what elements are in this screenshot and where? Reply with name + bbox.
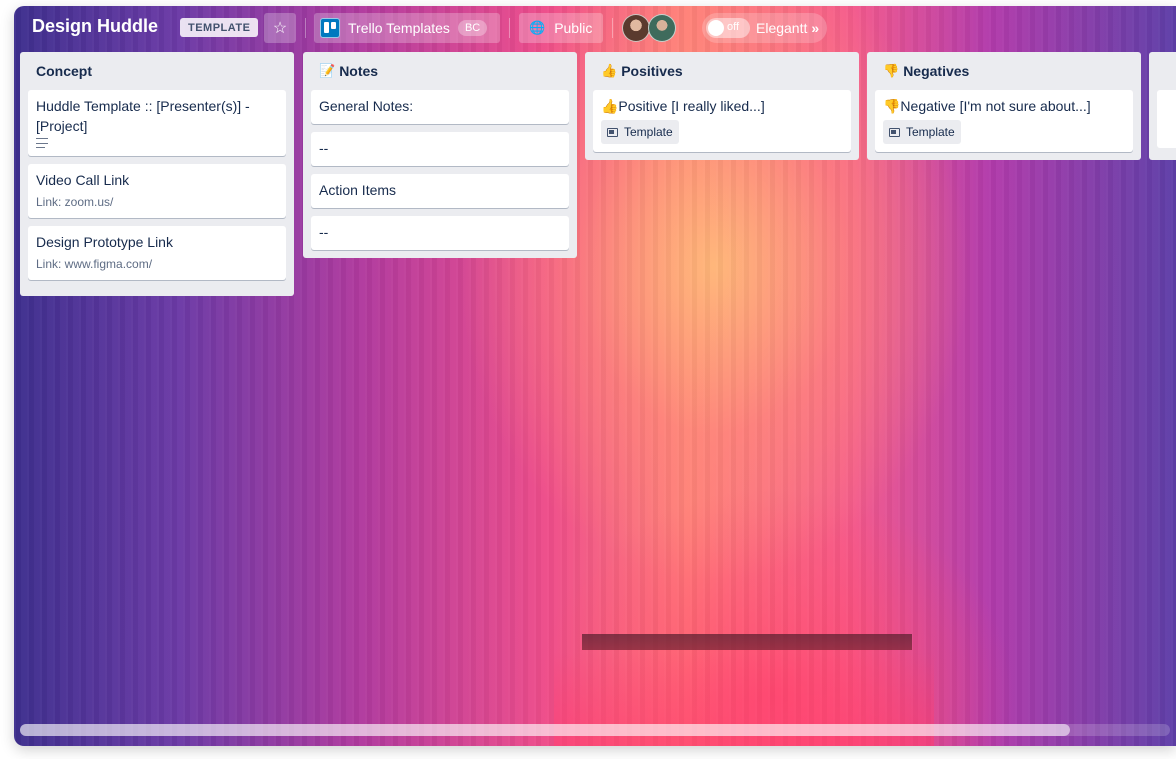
description-icon [36, 138, 48, 148]
elegantt-label: Elegantt [756, 20, 808, 36]
workspace-button[interactable]: Trello Templates BC [314, 13, 500, 43]
memo-icon: 📝 [319, 63, 336, 78]
card[interactable]: Action Items [311, 174, 569, 208]
list-title-text: Concept [36, 63, 92, 79]
template-badge-label: Template [906, 125, 955, 139]
template-card-badge: Template [883, 120, 961, 144]
background-floor [582, 634, 912, 650]
visibility-label: Public [554, 20, 593, 36]
member-avatar[interactable] [648, 14, 676, 42]
chevron-right-icon: » [811, 20, 820, 36]
card-subtitle: Link: zoom.us/ [36, 195, 114, 209]
board-header: Design Huddle TEMPLATE ☆ Trello Template… [14, 6, 1176, 50]
member-avatar[interactable] [622, 14, 650, 42]
list-title-text: Positives [621, 63, 683, 79]
thumbs-down-icon: 👎 [883, 63, 900, 78]
card-subtitle: Link: www.figma.com/ [36, 257, 153, 271]
list-partial [1149, 52, 1176, 160]
workspace-name: Trello Templates [348, 20, 450, 36]
header-divider [305, 18, 306, 38]
list-positives: 👍 Positives 👍Positive [I really liked...… [585, 52, 859, 160]
list-title-text: Notes [339, 63, 379, 79]
list-negatives: 👎 Negatives 👎Negative [I'm not sure abou… [867, 52, 1141, 160]
list-title[interactable]: 👍 Positives [593, 52, 851, 90]
card-title: 👎Negative [I'm not sure about...] [883, 98, 1091, 114]
card[interactable]: 👍Positive [I really liked...] Template [593, 90, 851, 152]
star-icon: ☆ [272, 20, 288, 37]
star-button[interactable]: ☆ [264, 13, 296, 43]
card[interactable]: -- [311, 216, 569, 250]
switch-state-label: off [727, 21, 740, 33]
card-title: -- [319, 140, 329, 156]
workspace-tag: BC [457, 20, 488, 36]
template-badge-label: Template [624, 125, 673, 139]
template-card-badge: Template [601, 120, 679, 144]
card-title: Design Prototype Link [36, 234, 173, 250]
elegantt-switch[interactable]: off [706, 18, 750, 38]
list-notes: 📝 Notes General Notes: -- Action Items -… [303, 52, 577, 258]
template-card-icon [889, 127, 900, 137]
switch-knob [708, 20, 724, 36]
globe-icon: 🌐 [529, 20, 546, 35]
horizontal-scrollbar[interactable] [20, 724, 1170, 736]
list-title[interactable]: 📝 Notes [311, 52, 569, 90]
card-title: -- [319, 224, 329, 240]
card-title: General Notes: [319, 98, 414, 114]
elegantt-toggle-button[interactable]: off Elegantt » [702, 13, 828, 43]
header-divider [509, 18, 510, 38]
card-title: Huddle Template :: [Presenter(s)] - [Pro… [36, 98, 250, 134]
card[interactable]: Design Prototype Link Link: www.figma.co… [28, 226, 286, 280]
template-badge: TEMPLATE [180, 18, 259, 37]
card[interactable]: General Notes: [311, 90, 569, 124]
board-title[interactable]: Design Huddle [32, 16, 158, 37]
scrollbar-thumb[interactable] [20, 724, 1070, 736]
card-title: 👍Positive [I really liked...] [601, 98, 765, 114]
card-title: Action Items [319, 182, 397, 198]
card[interactable]: Huddle Template :: [Presenter(s)] - [Pro… [28, 90, 286, 156]
card[interactable]: Video Call Link Link: zoom.us/ [28, 164, 286, 218]
board-canvas: Design Huddle TEMPLATE ☆ Trello Template… [14, 6, 1176, 746]
visibility-button[interactable]: 🌐 Public [519, 13, 603, 43]
card-title: Video Call Link [36, 172, 130, 188]
template-card-icon [607, 127, 618, 137]
card[interactable]: -- [311, 132, 569, 166]
list-concept: Concept Huddle Template :: [Presenter(s)… [20, 52, 294, 296]
header-divider [612, 18, 613, 38]
card[interactable]: 👎Negative [I'm not sure about...] Templa… [875, 90, 1133, 152]
list-title-text: Negatives [903, 63, 970, 79]
card[interactable] [1157, 90, 1176, 148]
thumbs-up-icon: 👍 [601, 63, 618, 78]
trello-board-icon [320, 18, 340, 38]
list-title[interactable]: 👎 Negatives [875, 52, 1133, 90]
list-title[interactable]: Concept [28, 52, 286, 90]
